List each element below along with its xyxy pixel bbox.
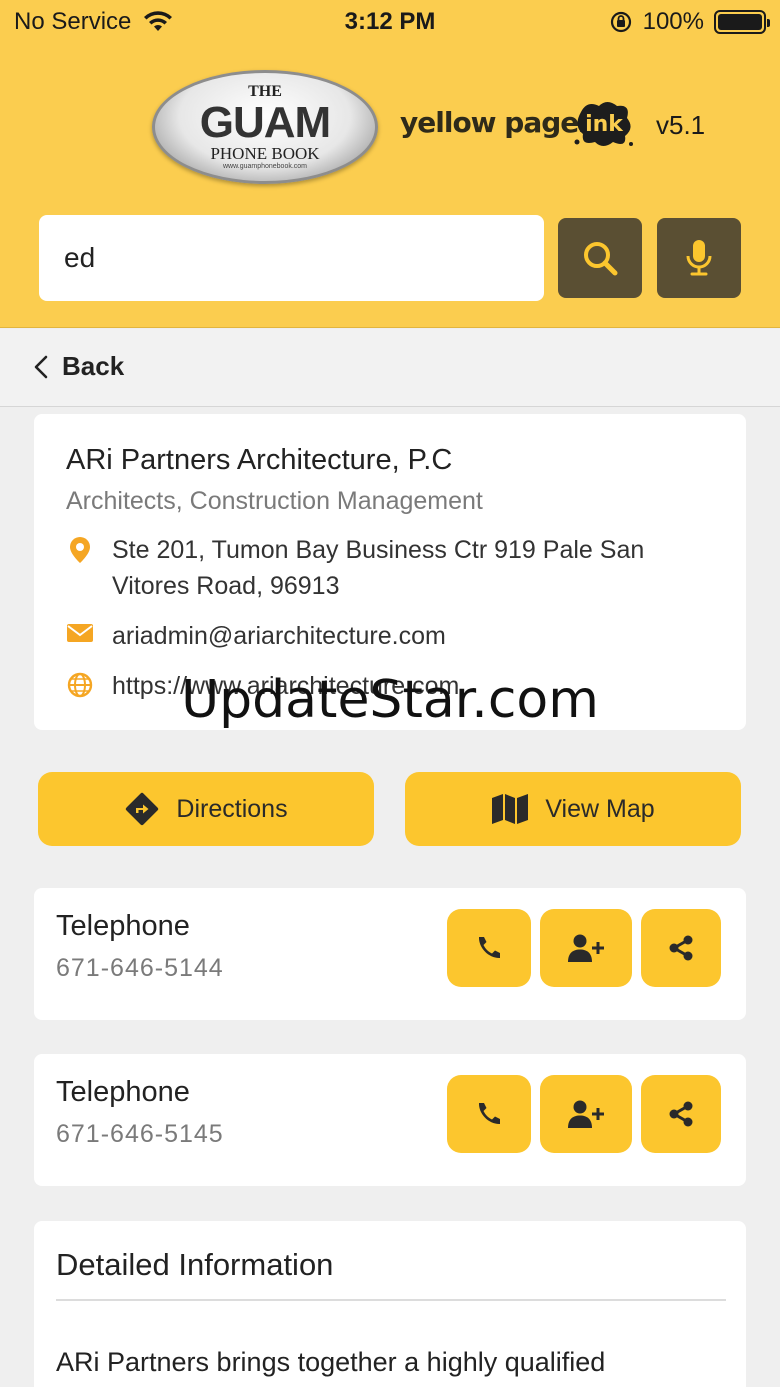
address-line-1: Ste 201, Tumon Bay Business Ctr 919 Pale… [112, 536, 645, 564]
view-map-button[interactable]: View Map [405, 772, 741, 846]
business-category: Architects, Construction Management [66, 487, 483, 515]
phone-icon [478, 1103, 500, 1125]
logo-phone-text: PHONE BOOK [210, 144, 320, 163]
directions-button[interactable]: Directions [38, 772, 374, 846]
directions-icon [126, 792, 159, 826]
map-marker-icon [70, 537, 90, 563]
detailed-information-title: Detailed Information [56, 1247, 334, 1282]
ink-text: ink [585, 112, 624, 137]
share-button[interactable] [641, 1075, 721, 1153]
add-contact-button[interactable] [540, 1075, 632, 1153]
logo-guam-text: GUAM [199, 98, 331, 147]
back-label: Back [62, 351, 125, 381]
directions-label: Directions [176, 794, 288, 823]
detailed-information-text: ARi Partners brings together a highly qu… [56, 1347, 606, 1377]
telephone-number: 671-646-5145 [56, 1120, 224, 1148]
envelope-icon [67, 624, 93, 642]
map-icon [492, 794, 529, 824]
battery-icon [714, 10, 770, 34]
search-button[interactable] [558, 218, 642, 298]
address-text: Ste 201, Tumon Bay Business Ctr 919 Pale… [112, 532, 644, 604]
divider [56, 1299, 726, 1301]
call-button[interactable] [447, 909, 531, 987]
status-right: 100% [609, 8, 770, 36]
app-header: No Service 3:12 PM 100% THE GUAM PHONE B… [0, 0, 780, 328]
add-user-icon [568, 1100, 604, 1128]
business-name: ARi Partners Architecture, P.C [66, 444, 453, 476]
share-icon [669, 935, 693, 961]
back-button[interactable]: Back [34, 351, 124, 382]
detailed-information-card: Detailed Information ARi Partners brings… [34, 1221, 746, 1387]
search-input[interactable] [39, 215, 544, 301]
search-icon [584, 242, 618, 276]
telephone-card: Telephone 671-646-5145 [34, 1054, 746, 1186]
microphone-icon [686, 240, 712, 276]
address-line-2: Vitores Road, 96913 [112, 572, 340, 600]
watermark-text: UpdateStar.com [181, 670, 599, 730]
app-version: v5.1 [656, 110, 706, 140]
battery-percent: 100% [642, 8, 704, 35]
navigation-bar: Back [0, 329, 780, 407]
email-link[interactable]: ariadmin@ariarchitecture.com [112, 618, 446, 654]
phone-icon [478, 937, 500, 959]
telephone-number: 671-646-5144 [56, 954, 224, 982]
ink-splat-logo: ink [574, 102, 633, 146]
voice-search-button[interactable] [657, 218, 741, 298]
add-user-icon [568, 934, 604, 962]
logo-url-text: www.guamphonebook.com [222, 163, 308, 170]
add-contact-button[interactable] [540, 909, 632, 987]
email-row[interactable]: ariadmin@ariarchitecture.com [66, 618, 446, 654]
status-bar: No Service 3:12 PM 100% [0, 0, 780, 44]
share-button[interactable] [641, 909, 721, 987]
yellow-pages-logo-text: yellow pages [400, 106, 595, 139]
guam-phone-book-logo: THE GUAM PHONE BOOK www.guamphonebook.co… [152, 70, 378, 184]
view-map-label: View Map [545, 794, 655, 823]
telephone-label: Telephone [56, 1076, 190, 1108]
address-row[interactable]: Ste 201, Tumon Bay Business Ctr 919 Pale… [66, 532, 644, 604]
call-button[interactable] [447, 1075, 531, 1153]
share-icon [669, 1101, 693, 1127]
telephone-label: Telephone [56, 910, 190, 942]
telephone-card: Telephone 671-646-5144 [34, 888, 746, 1020]
chevron-left-icon [34, 355, 48, 378]
orientation-lock-icon [610, 11, 631, 33]
